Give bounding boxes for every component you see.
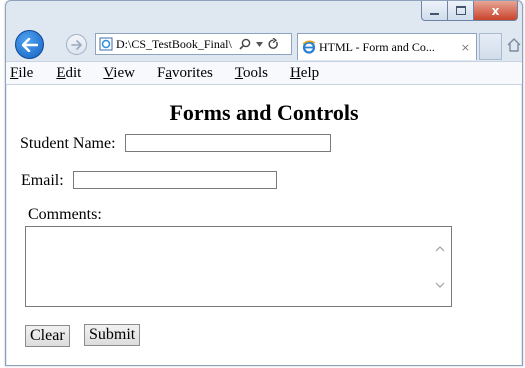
menu-help[interactable]: Help (290, 65, 319, 82)
comments-label: Comments: (28, 206, 102, 223)
student-name-label: Student Name: (20, 135, 116, 152)
clear-button[interactable]: Clear (25, 325, 70, 347)
page-title: Forms and Controls (169, 100, 359, 125)
maximize-button[interactable] (448, 1, 474, 21)
scroll-down-icon[interactable] (435, 280, 445, 290)
address-text[interactable]: D:\CS_TestBook_Final\ (116, 37, 236, 52)
tab-active[interactable]: HTML - Form and Co... × (297, 33, 477, 60)
home-icon[interactable] (506, 37, 522, 53)
close-window-button[interactable]: x (474, 1, 518, 21)
search-icon[interactable] (239, 38, 251, 50)
new-tab-button[interactable] (479, 33, 502, 60)
email-label: Email: (21, 172, 64, 189)
menu-tools[interactable]: Tools (235, 65, 268, 82)
back-button[interactable] (15, 30, 44, 59)
menu-view[interactable]: View (103, 65, 135, 82)
address-controls (239, 38, 279, 50)
dropdown-icon[interactable] (256, 41, 263, 47)
email-input[interactable] (73, 171, 277, 189)
minimize-button[interactable] (421, 1, 448, 21)
window-caption-buttons: x (421, 1, 518, 21)
tab-close-icon[interactable]: × (461, 41, 470, 54)
tab-title: HTML - Form and Co... (319, 39, 435, 54)
maximize-icon (455, 6, 466, 15)
forward-arrow-icon (70, 39, 82, 50)
submit-button[interactable]: Submit (84, 324, 141, 346)
menu-favorites[interactable]: Favorites (157, 65, 213, 82)
scroll-up-icon[interactable] (435, 244, 445, 254)
close-icon: x (491, 3, 500, 18)
navigation-bar: D:\CS_TestBook_Final\ HTML - Form and Co… (12, 30, 522, 60)
back-arrow-icon (21, 37, 38, 52)
menu-edit[interactable]: Edit (56, 65, 81, 82)
forward-button[interactable] (66, 34, 87, 55)
comments-textarea[interactable] (25, 226, 452, 307)
menu-file[interactable]: File (10, 65, 33, 82)
browser-window: x D:\CS_TestBook_Final\ HTML - Form and … (5, 0, 523, 366)
ie-logo-icon (302, 40, 316, 54)
student-name-input[interactable] (125, 134, 331, 152)
menu-bar: File Edit View Favorites Tools Help (6, 61, 522, 85)
refresh-icon[interactable] (268, 38, 279, 50)
page-content: Forms and Controls Student Name: Email: … (7, 85, 521, 365)
minimize-icon (430, 12, 439, 15)
address-bar[interactable]: D:\CS_TestBook_Final\ (95, 33, 292, 55)
page-icon (99, 37, 113, 51)
